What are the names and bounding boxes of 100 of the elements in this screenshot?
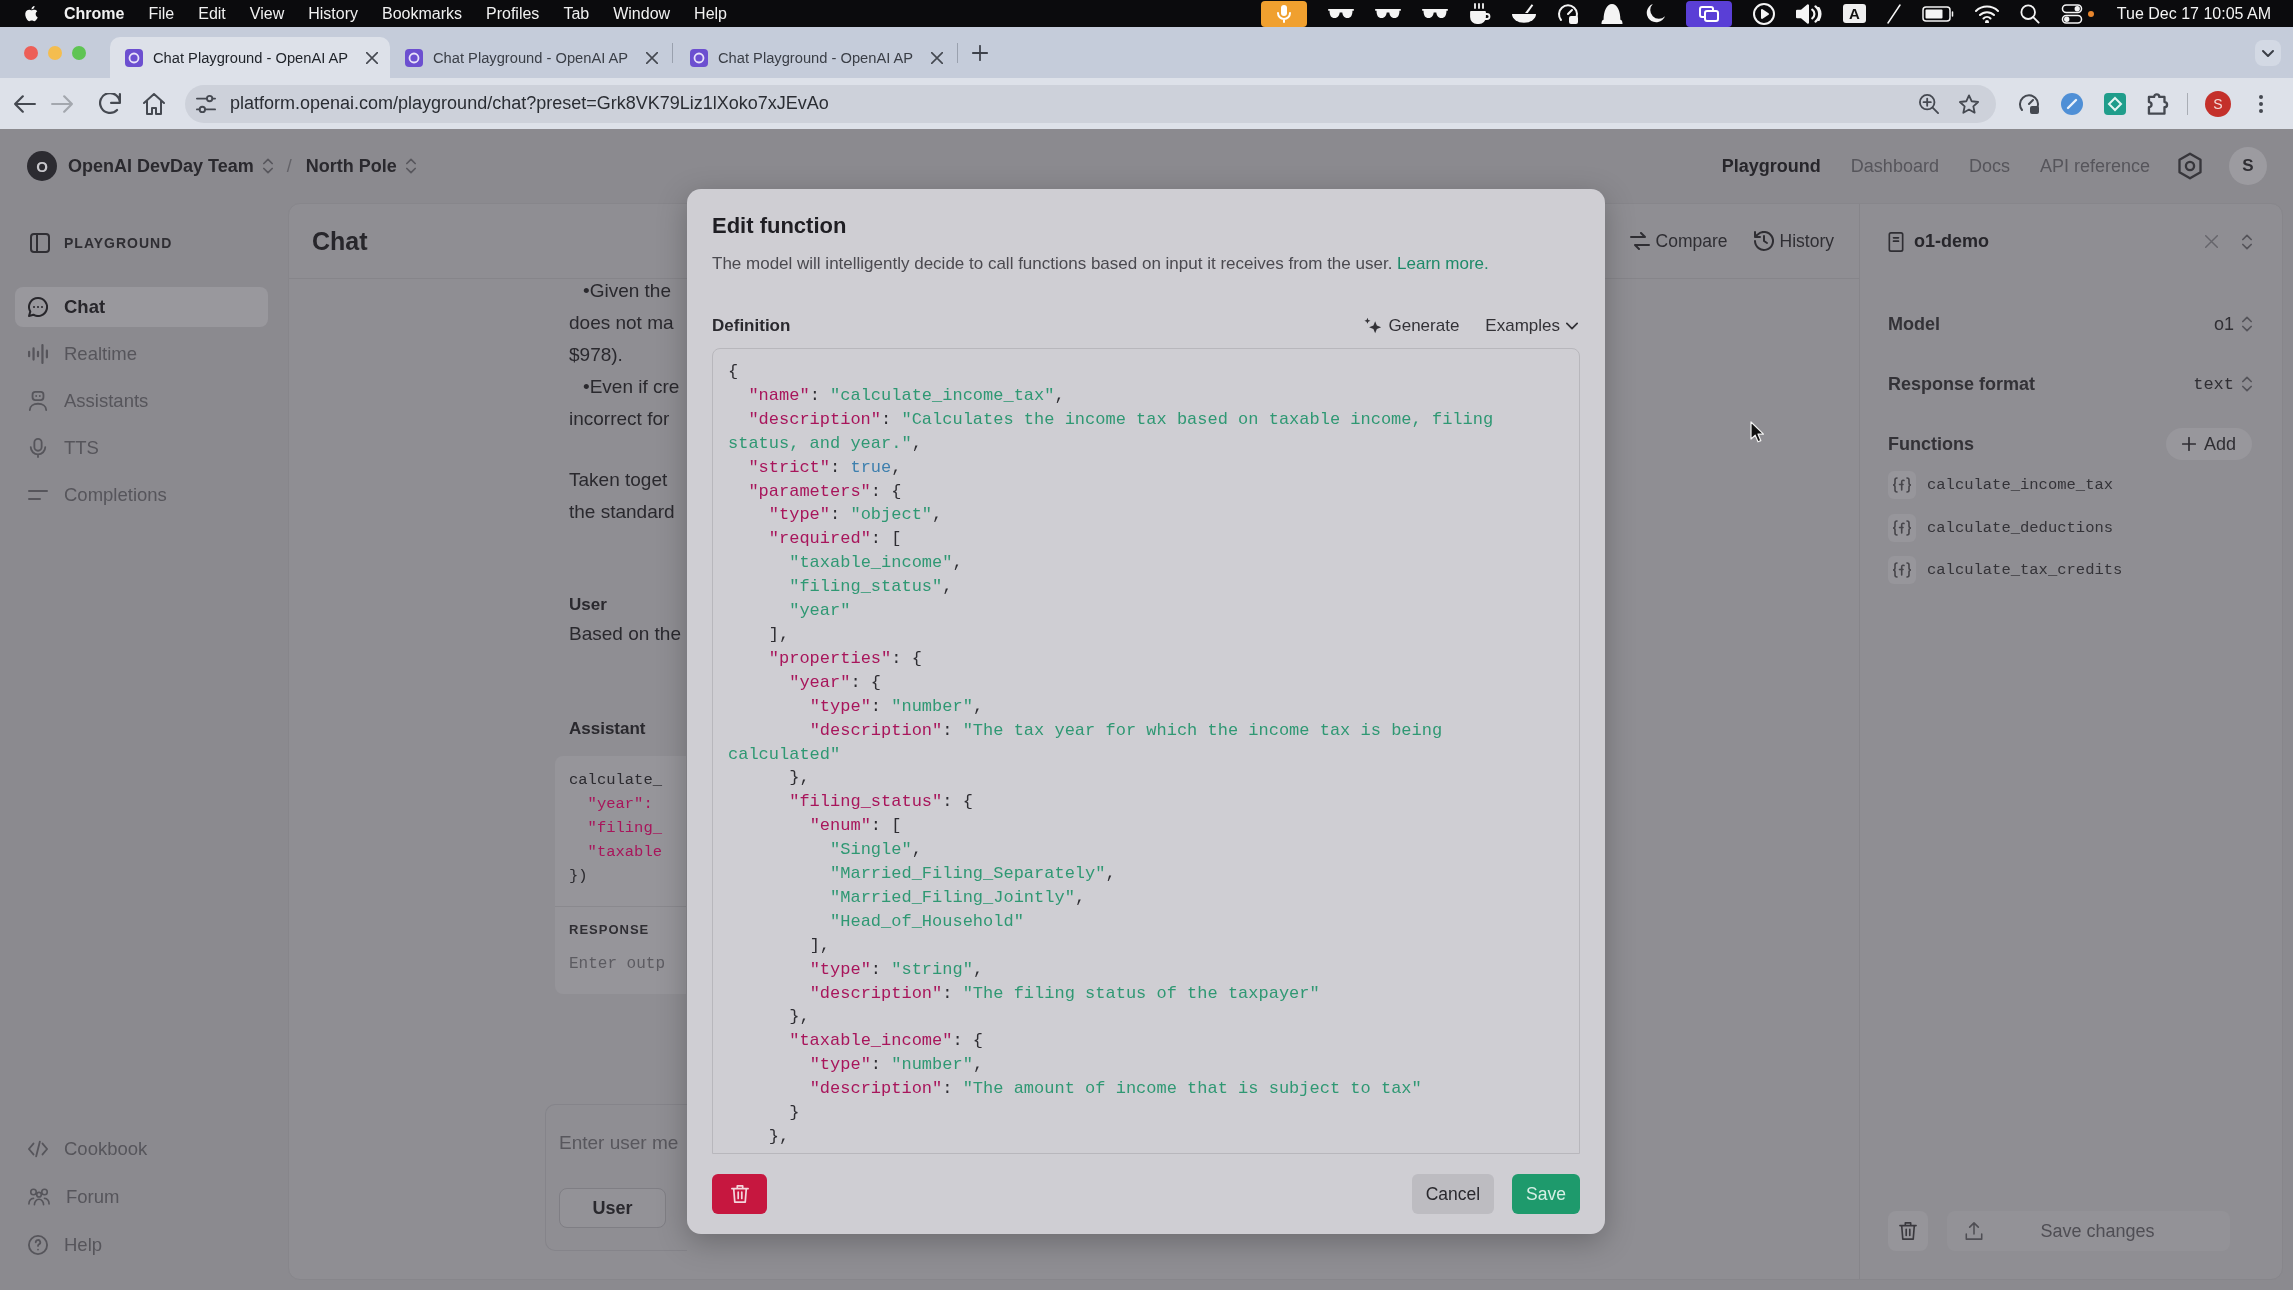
learn-more-link[interactable]: Learn more. [1397, 254, 1489, 273]
add-button[interactable]: Add [2165, 428, 2252, 460]
response-input[interactable]: Enter outp [569, 949, 681, 979]
close-icon[interactable] [366, 51, 378, 64]
app-menu[interactable]: Chrome [64, 4, 125, 23]
cancel-button[interactable]: Cancel [1411, 1174, 1495, 1214]
search-icon[interactable] [2019, 3, 2040, 24]
message-text: •Given the [582, 279, 671, 303]
code-line: "Married_Filing_Jointly", [829, 886, 1086, 909]
close-icon[interactable] [646, 51, 658, 64]
windows-icon[interactable] [1686, 0, 1732, 27]
moon-icon[interactable] [1645, 3, 1665, 24]
history-icon [1753, 231, 1774, 251]
org-avatar[interactable]: O [27, 151, 57, 181]
dome-icon[interactable] [1600, 3, 1624, 24]
message-role: Assistant [569, 718, 646, 740]
function-item[interactable]: calculate_deductions [1888, 510, 2114, 545]
wifi-icon[interactable] [1974, 4, 1999, 23]
cup-icon[interactable] [1469, 2, 1491, 25]
reload-icon[interactable] [99, 92, 121, 115]
profile-avatar[interactable]: S [2205, 90, 2231, 117]
sliders-icon[interactable] [196, 93, 216, 114]
extension-icon[interactable] [2104, 92, 2126, 115]
examples-dropdown[interactable]: Examples [1485, 316, 1578, 336]
setting-select[interactable]: o1 [2213, 313, 2252, 335]
play-circle-icon[interactable] [1753, 2, 1775, 25]
sunglasses-icon[interactable] [1422, 8, 1448, 19]
function-item[interactable]: calculate_income_tax [1888, 468, 2114, 502]
code-line: "required": [ [767, 528, 902, 551]
role-button[interactable]: User [559, 1188, 666, 1228]
menu-item[interactable]: File [148, 4, 175, 23]
menu-item[interactable]: Edit [198, 4, 226, 23]
code-line: "year" [788, 600, 851, 623]
zoom-in-icon[interactable] [1919, 93, 1939, 114]
microphone-icon[interactable] [1261, 0, 1307, 27]
chevron-updown-icon [2242, 376, 2252, 392]
address-bar[interactable]: platform.openai.com/playground/chat?preset=Grk8VK79Liz1lXoko7xJEvAo [185, 84, 1996, 123]
preset-name[interactable]: o1-demo [1914, 231, 1989, 252]
code-line: "taxable_income": { [788, 1030, 984, 1053]
message-text: does not ma [569, 311, 674, 335]
code-icon [28, 1139, 48, 1159]
sidebar-panel-icon[interactable] [30, 233, 50, 253]
menu-item[interactable]: Help [694, 4, 727, 23]
section-label: Functions [1888, 433, 1974, 455]
user-avatar[interactable]: S [2229, 147, 2267, 185]
menu-item[interactable]: View [249, 4, 285, 23]
trash-icon [1899, 1221, 1917, 1241]
plus-icon[interactable] [972, 44, 988, 61]
function-icon [1888, 471, 1916, 499]
response-label: RESPONSE [569, 921, 650, 939]
org-switcher[interactable]: OpenAI DevDay Team [68, 155, 273, 177]
home-icon[interactable] [143, 92, 165, 115]
menu-item[interactable]: Profiles [486, 4, 540, 23]
save-changes-button[interactable]: Save changes [1947, 1211, 2230, 1251]
sunglasses-icon[interactable] [1375, 8, 1401, 19]
sidebar-item[interactable]: Chat [15, 287, 268, 327]
browser-tab[interactable]: Chat Playground - OpenAI AP [675, 37, 955, 78]
toggles-icon[interactable] [2060, 3, 2083, 24]
more-icon[interactable] [2259, 94, 2263, 113]
save-button[interactable]: Save [1512, 1174, 1580, 1214]
bowl-icon[interactable] [1512, 3, 1536, 24]
setting-select[interactable]: text [2193, 374, 2252, 394]
star-icon[interactable] [1959, 93, 1979, 114]
code-line: "Married_Filing_Separately", [829, 863, 1116, 886]
chevron-down-icon [1566, 322, 1578, 330]
sparkle-icon [1364, 317, 1383, 335]
input-source-indicator[interactable]: A [1843, 4, 1866, 23]
browser-tab[interactable]: Chat Playground - OpenAI AP [390, 37, 670, 78]
function-item[interactable]: calculate_tax_credits [1888, 553, 2123, 587]
compare-button[interactable]: Compare [1625, 226, 1732, 256]
gauge-icon[interactable] [1557, 2, 1579, 25]
settings-icon[interactable] [2177, 152, 2203, 180]
close-icon[interactable] [931, 51, 943, 64]
code-line: "Single", [829, 839, 922, 862]
menu-item[interactable]: History [308, 4, 358, 23]
browser-tab[interactable]: Chat Playground - OpenAI AP [110, 37, 390, 78]
sunglasses-icon[interactable] [1328, 8, 1354, 19]
chat-bubble-icon [28, 297, 48, 317]
back-arrow-icon[interactable] [14, 92, 36, 115]
menu-item[interactable]: Bookmarks [382, 4, 462, 23]
project-switcher[interactable]: North Pole [305, 155, 416, 177]
chevron-down-icon[interactable] [2255, 39, 2281, 66]
menu-bar-clock[interactable]: Tue Dec 17 10:05 AM [2116, 4, 2271, 23]
delete-preset-button[interactable] [1888, 1211, 1928, 1251]
apple-icon[interactable] [24, 4, 39, 23]
menu-item[interactable]: Window [613, 4, 671, 23]
microphone-icon [28, 438, 48, 458]
puzzle-icon[interactable] [2147, 92, 2169, 115]
slash-icon[interactable] [1886, 2, 1901, 25]
extension-icon[interactable] [2061, 92, 2083, 115]
speaker-icon[interactable] [1796, 3, 1822, 24]
history-button[interactable]: History [1749, 226, 1838, 256]
code-line: "type": "number", [808, 695, 984, 718]
breadcrumb-separator: / [286, 155, 292, 177]
generate-button[interactable]: Generate [1364, 316, 1460, 336]
gauge-icon[interactable] [2018, 92, 2040, 115]
menu-item[interactable]: Tab [563, 4, 590, 23]
battery-icon[interactable] [1921, 5, 1954, 22]
delete-button[interactable] [712, 1174, 767, 1214]
nav-link[interactable]: Playground [1721, 155, 1821, 177]
